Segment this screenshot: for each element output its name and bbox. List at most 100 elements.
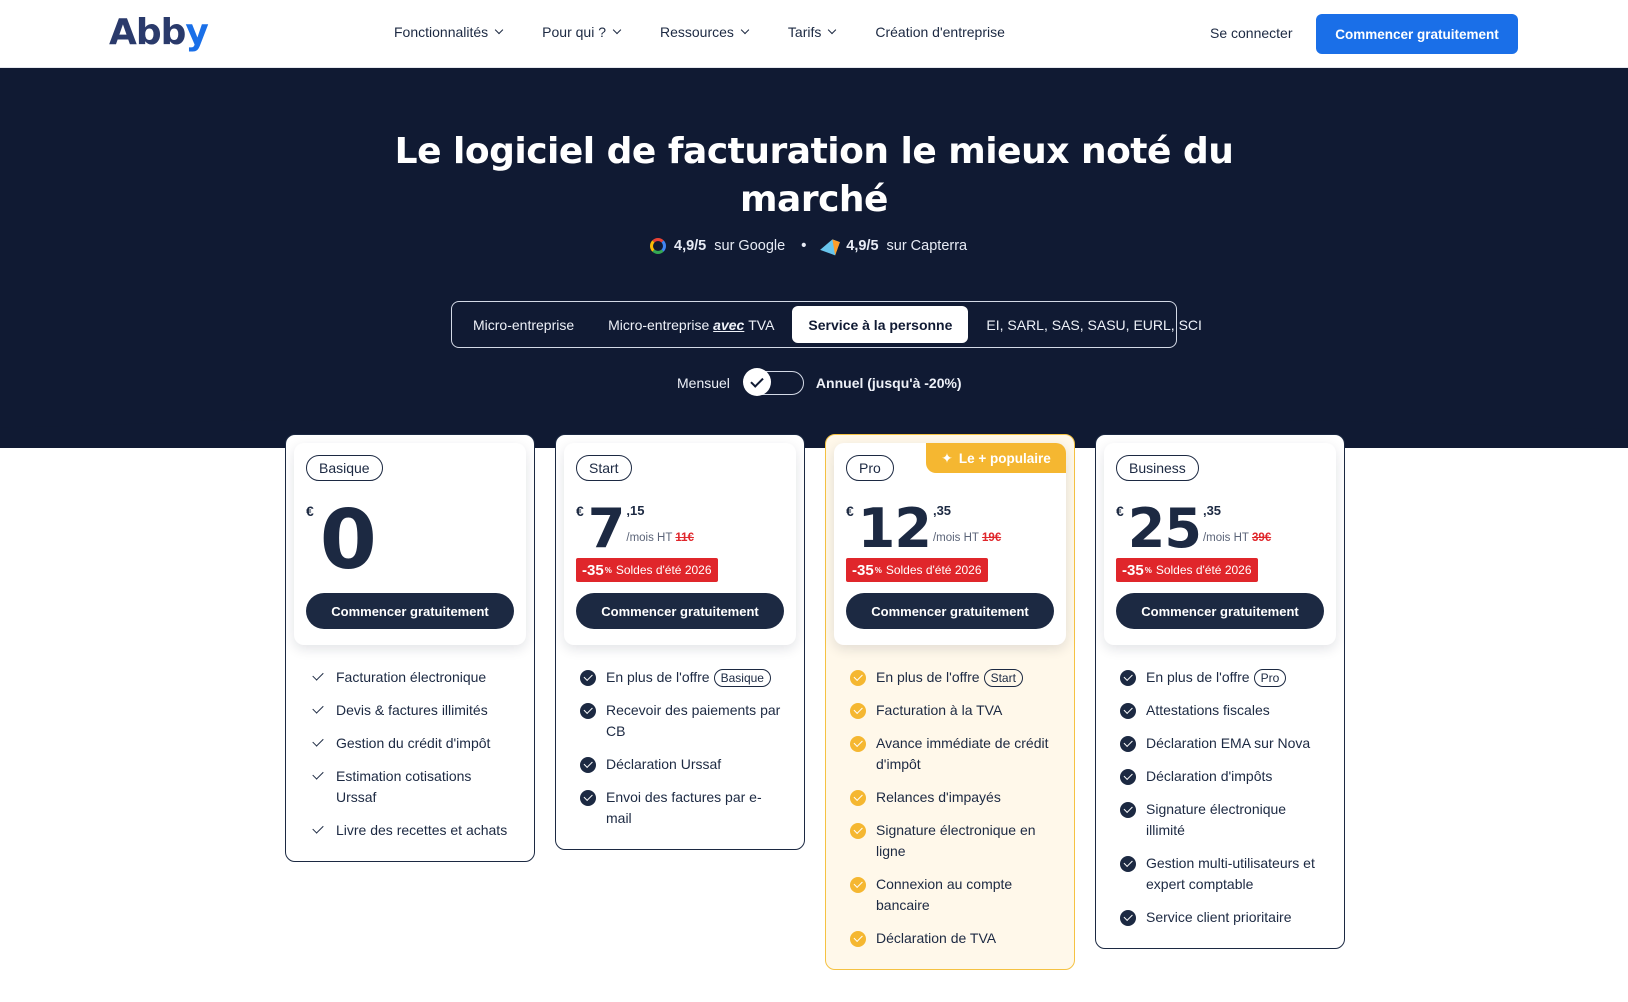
monthly-label: Mensuel bbox=[677, 375, 730, 391]
plan-name: Start bbox=[576, 455, 632, 481]
start-free-button[interactable]: Commencer gratuitement bbox=[1116, 593, 1324, 629]
plan-name: Pro bbox=[846, 455, 894, 481]
old-price: 39€ bbox=[1251, 532, 1272, 544]
capterra-icon bbox=[820, 236, 841, 256]
plan-header: ✦ Le + populaire Pro € 12 ,35 /mois HT 19… bbox=[834, 443, 1066, 645]
feature-item: En plus de l'offre Start bbox=[850, 667, 1058, 688]
start-free-button[interactable]: Commencer gratuitement bbox=[846, 593, 1054, 629]
feature-item: En plus de l'offre Pro bbox=[1120, 667, 1328, 688]
feature-label: Attestations fiscales bbox=[1146, 702, 1270, 718]
nav-label: Fonctionnalités bbox=[394, 24, 489, 40]
price-integer: 0 bbox=[319, 493, 377, 588]
tab-label: TVA bbox=[748, 316, 775, 333]
price-unit: /mois HT 11€ bbox=[626, 532, 694, 544]
plan-card-start: Start € 7 ,15 /mois HT 11€ -35% Soldes d'… bbox=[555, 434, 805, 850]
login-link[interactable]: Se connecter bbox=[1210, 25, 1293, 41]
capterra-score: 4,9/5 bbox=[846, 238, 879, 254]
feature-label: Facturation à la TVA bbox=[876, 702, 1003, 718]
hero-curve bbox=[0, 420, 1628, 430]
plan-card-business: Business € 25 ,35 /mois HT 39€ -35% Solde… bbox=[1095, 434, 1345, 949]
feature-item: Avance immédiate de crédit d'impôt bbox=[850, 733, 1058, 775]
check-circle-icon bbox=[1120, 769, 1136, 785]
check-circle-icon bbox=[850, 670, 866, 686]
signup-button[interactable]: Commencer gratuitement bbox=[1316, 14, 1518, 54]
feature-label: Déclaration Urssaf bbox=[606, 756, 722, 772]
check-icon bbox=[310, 736, 326, 752]
feature-list: En plus de l'offre Pro Attestations fisca… bbox=[1096, 645, 1344, 948]
sale-label: Soldes d'été 2026 bbox=[1155, 563, 1252, 577]
nav-pour-qui[interactable]: Pour qui ? bbox=[542, 24, 622, 40]
main-nav: Fonctionnalités Pour qui ? Ressources Ta… bbox=[394, 24, 1045, 40]
google-source: sur Google bbox=[714, 238, 786, 254]
feature-label: Relances d'impayés bbox=[876, 789, 1001, 805]
billing-toggle[interactable] bbox=[742, 368, 804, 396]
tab-societes[interactable]: EI, SARL, SAS, SASU, EURL, SCI bbox=[970, 306, 1218, 343]
check-circle-icon bbox=[850, 931, 866, 947]
check-circle-icon bbox=[1120, 802, 1136, 818]
discount-percent: % bbox=[1144, 565, 1152, 575]
feature-label: Service client prioritaire bbox=[1146, 909, 1292, 925]
price: € 12 ,35 /mois HT 19€ bbox=[846, 501, 1001, 557]
check-circle-icon bbox=[580, 790, 596, 806]
chevron-down-icon bbox=[740, 25, 750, 35]
feature-label: Signature électronique en ligne bbox=[876, 822, 1036, 859]
sale-label: Soldes d'été 2026 bbox=[615, 563, 712, 577]
check-circle-icon bbox=[850, 877, 866, 893]
plus-plan-pill: Start bbox=[983, 669, 1023, 687]
feature-item: Recevoir des paiements par CB bbox=[580, 700, 788, 742]
plan-name: Business bbox=[1116, 455, 1199, 481]
feature-list: En plus de l'offre Basique Recevoir des p… bbox=[556, 645, 804, 849]
feature-item: Déclaration EMA sur Nova bbox=[1120, 733, 1328, 754]
sale-label: Soldes d'été 2026 bbox=[885, 563, 982, 577]
feature-label: Déclaration EMA sur Nova bbox=[1146, 735, 1311, 751]
tab-micro-entreprise-tva[interactable]: Micro-entreprise avec TVA bbox=[592, 306, 790, 343]
abby-logo[interactable]: Abby bbox=[109, 12, 209, 53]
tab-micro-entreprise[interactable]: Micro-entreprise bbox=[457, 306, 590, 343]
price-decimal: ,35 bbox=[1202, 503, 1222, 518]
nav-tarifs[interactable]: Tarifs bbox=[788, 24, 837, 40]
price-decimal: ,35 bbox=[932, 503, 952, 518]
price-detail: ,15 /mois HT 11€ bbox=[626, 501, 694, 544]
check-icon bbox=[310, 703, 326, 719]
feature-label: Envoi des factures par e-mail bbox=[606, 789, 762, 826]
nav-fonctionnalites[interactable]: Fonctionnalités bbox=[394, 24, 504, 40]
check-circle-icon bbox=[1120, 736, 1136, 752]
feature-item: Envoi des factures par e-mail bbox=[580, 787, 788, 829]
plus-plan-pill: Pro bbox=[1253, 669, 1287, 687]
feature-item: Service client prioritaire bbox=[1120, 907, 1328, 928]
plus-prefix: En plus de l'offre bbox=[876, 669, 980, 685]
feature-item: Attestations fiscales bbox=[1120, 700, 1328, 721]
nav-label: Pour qui ? bbox=[542, 24, 606, 40]
check-circle-icon bbox=[1120, 910, 1136, 926]
price: € 0 bbox=[306, 493, 377, 588]
google-score: 4,9/5 bbox=[674, 238, 707, 254]
nav-ressources[interactable]: Ressources bbox=[660, 24, 750, 40]
feature-item: Signature électronique illimité bbox=[1120, 799, 1328, 841]
check-icon bbox=[310, 769, 326, 785]
nav-creation-entreprise[interactable]: Création d'entreprise bbox=[875, 24, 1005, 40]
discount-value: -35 bbox=[582, 561, 604, 579]
feature-item: En plus de l'offre Basique bbox=[580, 667, 788, 688]
feature-item: Facturation à la TVA bbox=[850, 700, 1058, 721]
tab-service-personne[interactable]: Service à la personne bbox=[792, 306, 969, 343]
feature-item: Déclaration Urssaf bbox=[580, 754, 788, 775]
unit-label: /mois HT bbox=[1202, 532, 1249, 544]
feature-label: Déclaration de TVA bbox=[876, 930, 997, 946]
price-unit: /mois HT 19€ bbox=[933, 532, 1001, 544]
feature-label: En plus de l'offre Basique bbox=[606, 667, 771, 688]
badge-label: Le + populaire bbox=[958, 450, 1051, 466]
currency: € bbox=[846, 503, 854, 519]
feature-item: Devis & factures illimités bbox=[310, 700, 518, 721]
feature-list: En plus de l'offre Start Facturation à la… bbox=[826, 645, 1074, 969]
plus-plan-pill: Basique bbox=[713, 669, 771, 687]
start-free-button[interactable]: Commencer gratuitement bbox=[306, 593, 514, 629]
currency: € bbox=[576, 503, 584, 519]
discount-percent: % bbox=[604, 565, 612, 575]
feature-label: En plus de l'offre Pro bbox=[1146, 667, 1287, 688]
price-integer: 12 bbox=[857, 497, 932, 560]
start-free-button[interactable]: Commencer gratuitement bbox=[576, 593, 784, 629]
capterra-source: sur Capterra bbox=[886, 238, 968, 254]
feature-item: Connexion au compte bancaire bbox=[850, 874, 1058, 916]
feature-label: Avance immédiate de crédit d'impôt bbox=[876, 735, 1049, 772]
feature-item: Gestion du crédit d'impôt bbox=[310, 733, 518, 754]
